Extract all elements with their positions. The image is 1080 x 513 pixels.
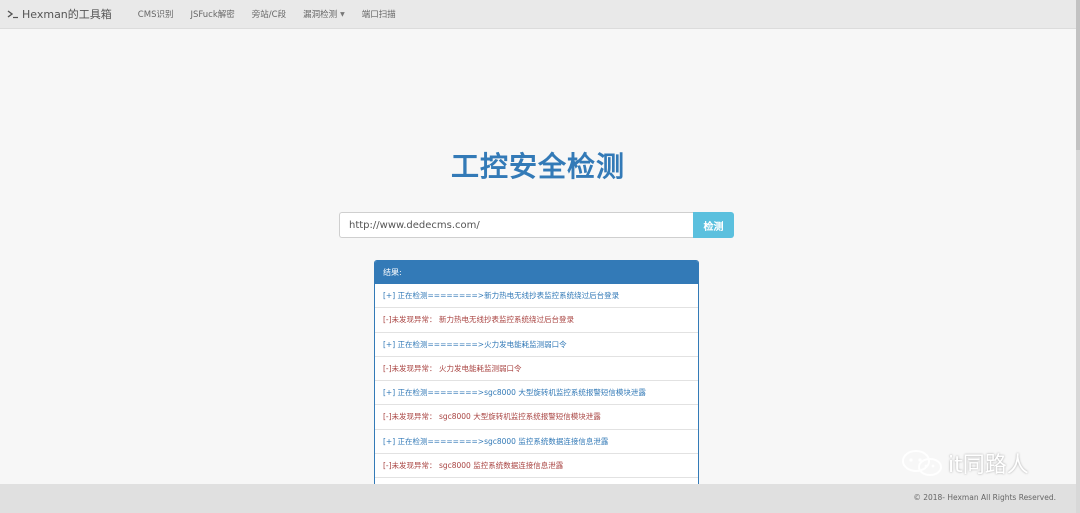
- nav-item-label: 旁站/C段: [251, 10, 287, 20]
- check-button[interactable]: 检测: [693, 212, 734, 238]
- watermark: it同路人: [900, 447, 1029, 479]
- nav-item-label: 端口扫描: [361, 10, 396, 20]
- nav-item-jsfuck[interactable]: JSFuck解密: [190, 8, 234, 20]
- results-panel: 结果: [+] 正在检测========>新力热电无线抄表监控系统绕过后台登录 …: [374, 260, 699, 490]
- brand-title: Hexman的工具箱: [22, 8, 112, 21]
- result-row: [+] 正在检测========>sgc8000 监控系统数据连接信息泄露: [375, 430, 698, 455]
- result-row: [-]未发现异常： 火力发电能耗监测弱口令: [375, 357, 698, 382]
- page-footer: © 2018- Hexman All Rights Reserved.: [0, 484, 1076, 513]
- result-row: [-]未发现异常： 新力热电无线抄表监控系统绕过后台登录: [375, 308, 698, 333]
- top-navbar: Hexman的工具箱 CMS识别 JSFuck解密 旁站/C段 漏洞检测 ▼ 端…: [0, 0, 1076, 29]
- results-heading: 结果:: [375, 261, 698, 284]
- wechat-icon: [902, 450, 942, 476]
- nav-item-label: 漏洞检测: [303, 10, 338, 20]
- result-row: [+] 正在检测========>火力发电能耗监测弱口令: [375, 333, 698, 357]
- result-row: [-]未发现异常： sgc8000 监控系统数据连接信息泄露: [375, 454, 698, 479]
- result-row: [+] 正在检测========>新力热电无线抄表监控系统绕过后台登录: [375, 284, 698, 309]
- page-scrollbar[interactable]: [1076, 0, 1080, 513]
- result-row: [+] 正在检测========>sgc8000 大型旋转机监控系统报警短信模块…: [375, 381, 698, 406]
- scrollbar-thumb[interactable]: [1076, 0, 1080, 150]
- brand-link[interactable]: Hexman的工具箱: [7, 6, 112, 22]
- nav-item-vuln-check-dropdown[interactable]: 漏洞检测 ▼: [303, 8, 345, 20]
- url-search-group: 检测: [339, 212, 734, 238]
- result-row: [-]未发现异常： sgc8000 大型旋转机监控系统报警短信模块泄露: [375, 405, 698, 430]
- nav-item-port-scan[interactable]: 端口扫描: [362, 8, 396, 20]
- terminal-icon: [7, 10, 18, 19]
- watermark-text: it同路人: [948, 453, 1029, 478]
- nav-item-label: JSFuck解密: [190, 10, 235, 20]
- nav-item-cms[interactable]: CMS识别: [138, 8, 174, 20]
- nav-menu: CMS识别 JSFuck解密 旁站/C段 漏洞检测 ▼ 端口扫描: [138, 8, 413, 20]
- copyright-text: © 2018- Hexman All Rights Reserved.: [913, 493, 1056, 502]
- page-title: 工控安全检测: [450, 150, 625, 183]
- caret-down-icon: ▼: [340, 10, 345, 18]
- nav-item-label: CMS识别: [137, 10, 174, 20]
- url-input[interactable]: [339, 212, 693, 238]
- nav-item-sidestation[interactable]: 旁站/C段: [252, 8, 286, 20]
